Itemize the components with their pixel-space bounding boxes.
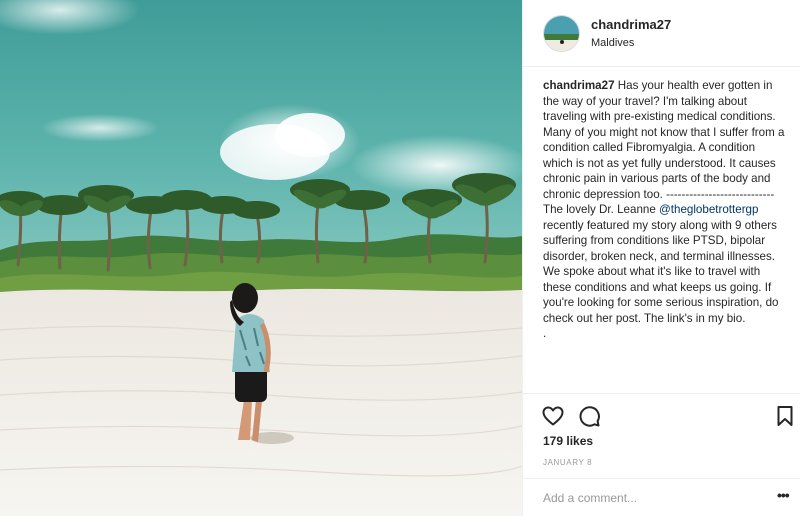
post-actions [523,393,800,437]
post-username[interactable]: chandrima27 [591,17,671,32]
avatar-image [544,16,579,51]
like-count[interactable]: 179 likes [543,434,593,448]
post-date[interactable]: JANUARY 8 [543,458,592,467]
like-button[interactable] [541,404,565,428]
post-side-panel: chandrima27 Maldives chandrima27 Has you… [522,0,800,516]
post-location[interactable]: Maldives [591,37,634,49]
ellipsis-icon[interactable]: ••• [777,486,795,504]
avatar[interactable] [543,15,580,52]
mention-link[interactable]: @theglobetrottergp [659,203,758,216]
caption-text: The lovely Dr. Leanne [543,203,660,216]
beach-photo-image [0,0,522,516]
caption-paragraph: Many of you might not know that I suffer… [543,125,785,201]
bookmark-icon [777,406,793,426]
post-header: chandrima27 Maldives [523,0,800,67]
comment-button[interactable] [577,404,601,428]
save-button[interactable] [773,404,797,428]
comment-input[interactable] [543,488,743,508]
heart-outline-icon [542,406,564,426]
caption-paragraph: chandrima27 Has your health ever gotten … [543,78,787,125]
comment-bar: ••• [523,478,800,516]
caption-trailing: . [543,327,547,340]
caption-username[interactable]: chandrima27 [543,79,615,92]
caption-text: recently featured my story along with 9 … [543,218,779,325]
caption-paragraph: The lovely Dr. Leanne @theglobetrottergp… [543,202,787,326]
speech-bubble-icon [579,406,600,427]
post-caption: chandrima27 Has your health ever gotten … [543,78,787,390]
post-photo[interactable] [0,0,522,516]
